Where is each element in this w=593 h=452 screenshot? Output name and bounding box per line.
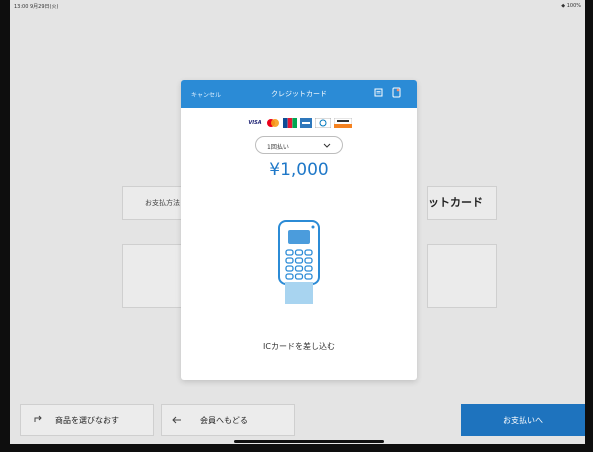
back-member-label: 会員へもどる [200,415,248,425]
reselect-label: 商品を選びなおす [55,415,119,425]
receipt-icon[interactable] [373,87,384,98]
arrow-icon [34,415,42,422]
tablet-icon[interactable] [391,87,402,98]
home-indicator [234,440,384,443]
device-frame: 13:00 9月29日(火) ◆ 100% お支払方法 ットカード 商品を選びな… [0,0,593,452]
bezel-right [585,0,593,452]
pay-label: お支払いへ [503,415,543,425]
card-brand-diners [315,118,331,128]
card-brand-mastercard [267,119,279,127]
card-brand-discover [334,118,352,128]
payment-method-label: お支払方法 [145,199,180,207]
payment-amount: ¥1,000 [269,160,329,180]
content-tile-right [427,244,497,308]
card-brand-jcb [283,118,297,128]
proceed-to-payment-button[interactable]: お支払いへ [461,404,585,436]
status-bar: 13:00 9月29日(火) ◆ 100% [10,0,585,12]
installment-selected: 1回払い [267,144,289,151]
back-arrow-icon [172,416,181,424]
card-brand-amex [300,118,312,128]
status-right: ◆ 100% [561,3,581,9]
modal-header: キャンセル クレジットカード [181,80,417,108]
chevron-down-icon [323,143,331,148]
reselect-products-button[interactable]: 商品を選びなおす [20,404,154,436]
status-time: 13:00 9月29日(火) [14,4,59,10]
bezel-bottom [0,444,593,452]
back-to-member-button[interactable]: 会員へもどる [161,404,295,436]
bezel-left [0,0,10,452]
insert-card-instruction: ICカードを差し込む [263,342,335,351]
card-brand-visa: VISA [248,120,262,126]
credit-card-modal: キャンセル クレジットカード VISA 1回払い ¥1,000 ICカードを差し… [181,80,417,380]
payment-method-value: ットカード [428,196,483,209]
card-terminal-icon [278,220,320,304]
card-brand-logos: VISA [247,118,352,128]
installment-select[interactable]: 1回払い [255,136,343,154]
